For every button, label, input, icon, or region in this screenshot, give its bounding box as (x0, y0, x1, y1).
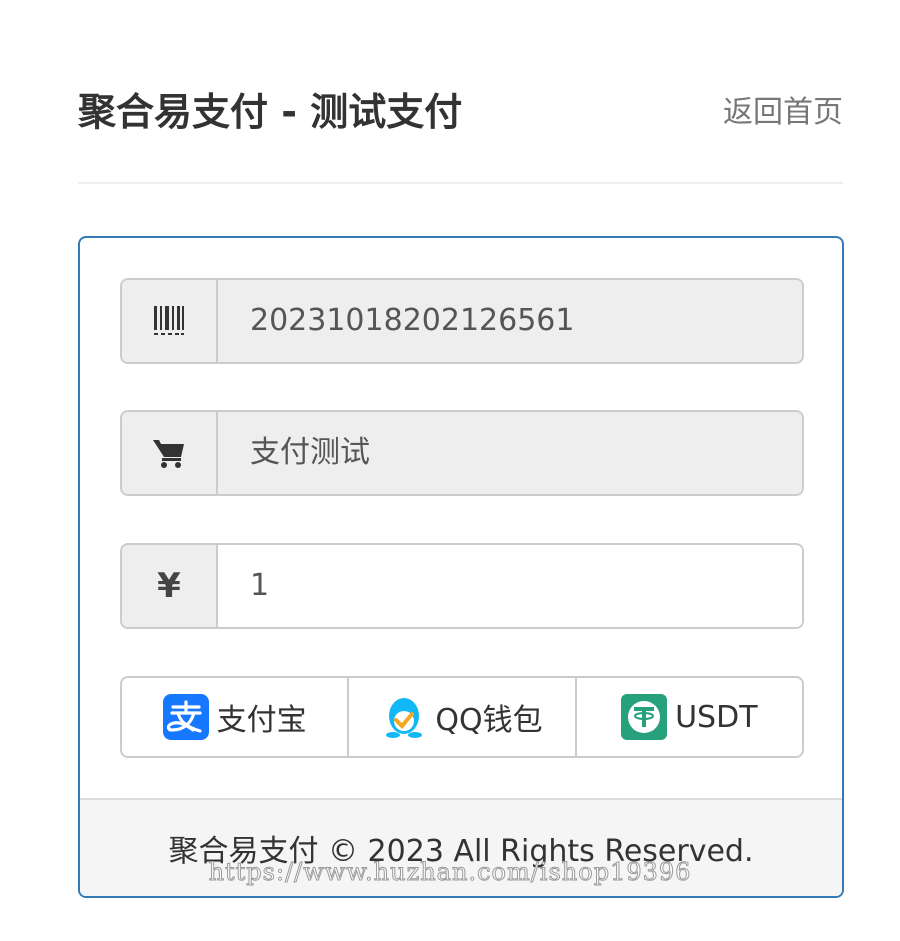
qq-wallet-icon (381, 694, 427, 740)
header-divider (78, 182, 843, 184)
order-number-field[interactable] (218, 280, 802, 362)
product-name-field[interactable] (218, 412, 802, 494)
usdt-label: USDT (675, 699, 758, 735)
alipay-button[interactable]: 支付宝 (120, 676, 350, 758)
amount-field[interactable] (218, 545, 802, 627)
page-title: 聚合易支付 - 测试支付 (78, 90, 463, 134)
usdt-button[interactable]: USDT (574, 676, 804, 758)
alipay-icon (162, 694, 209, 740)
back-home-link[interactable]: 返回首页 (723, 88, 843, 138)
yen-symbol: ¥ (157, 566, 181, 606)
shopping-cart-icon (122, 412, 218, 494)
payment-method-buttons: 支付宝 QQ钱包 USDT (120, 676, 804, 758)
panel-footer: 聚合易支付 © 2023 All Rights Reserved. (80, 798, 842, 896)
payment-page: 聚合易支付 - 测试支付 返回首页 20231018202126561 支付测试… (0, 0, 900, 941)
barcode-icon (122, 280, 218, 362)
product-name-group (120, 410, 804, 496)
page-header: 聚合易支付 - 测试支付 返回首页 (78, 82, 843, 142)
qq-wallet-button[interactable]: QQ钱包 (347, 676, 577, 758)
order-number-group (120, 278, 804, 364)
alipay-label: 支付宝 (216, 703, 307, 738)
amount-group: ¥ (120, 543, 804, 629)
payment-panel: ¥ 支付宝 (78, 236, 844, 898)
qq-wallet-label: QQ钱包 (435, 703, 543, 738)
panel-body: ¥ 支付宝 (80, 238, 842, 798)
yen-icon: ¥ (122, 545, 218, 627)
usdt-icon (621, 694, 668, 740)
copyright-text: 聚合易支付 © 2023 All Rights Reserved. (168, 834, 754, 869)
